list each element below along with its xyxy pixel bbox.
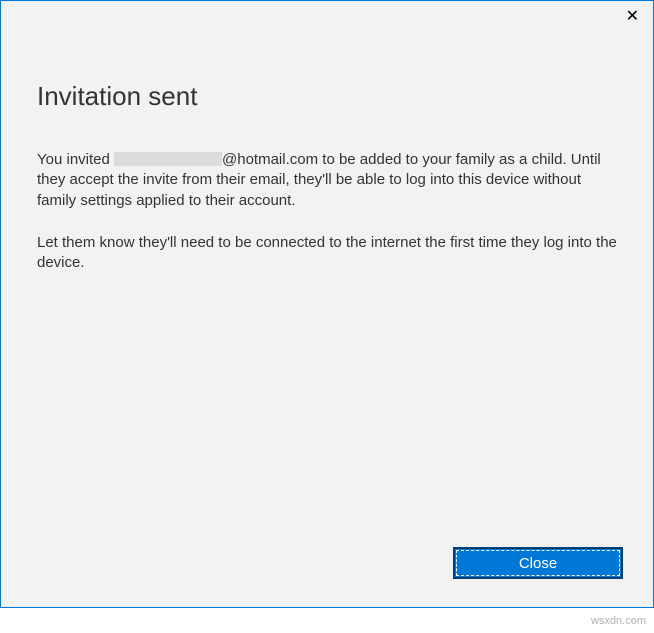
watermark-text: wsxdn.com bbox=[591, 615, 646, 627]
invitation-sent-dialog: ✕ Invitation sent You invited @hotmail.c… bbox=[0, 0, 654, 608]
close-button[interactable]: Close bbox=[453, 547, 623, 579]
dialog-title: Invitation sent bbox=[37, 81, 617, 112]
dialog-content: Invitation sent You invited @hotmail.com… bbox=[1, 1, 653, 273]
paragraph-2: Let them know they'll need to be connect… bbox=[37, 233, 617, 274]
close-icon[interactable]: ✕ bbox=[626, 9, 639, 25]
paragraph-1: You invited @hotmail.com to be added to … bbox=[37, 150, 617, 211]
para1-email-suffix: @hotmail.com bbox=[222, 151, 318, 168]
redacted-email-local bbox=[114, 152, 222, 166]
para1-prefix: You invited bbox=[37, 151, 114, 168]
